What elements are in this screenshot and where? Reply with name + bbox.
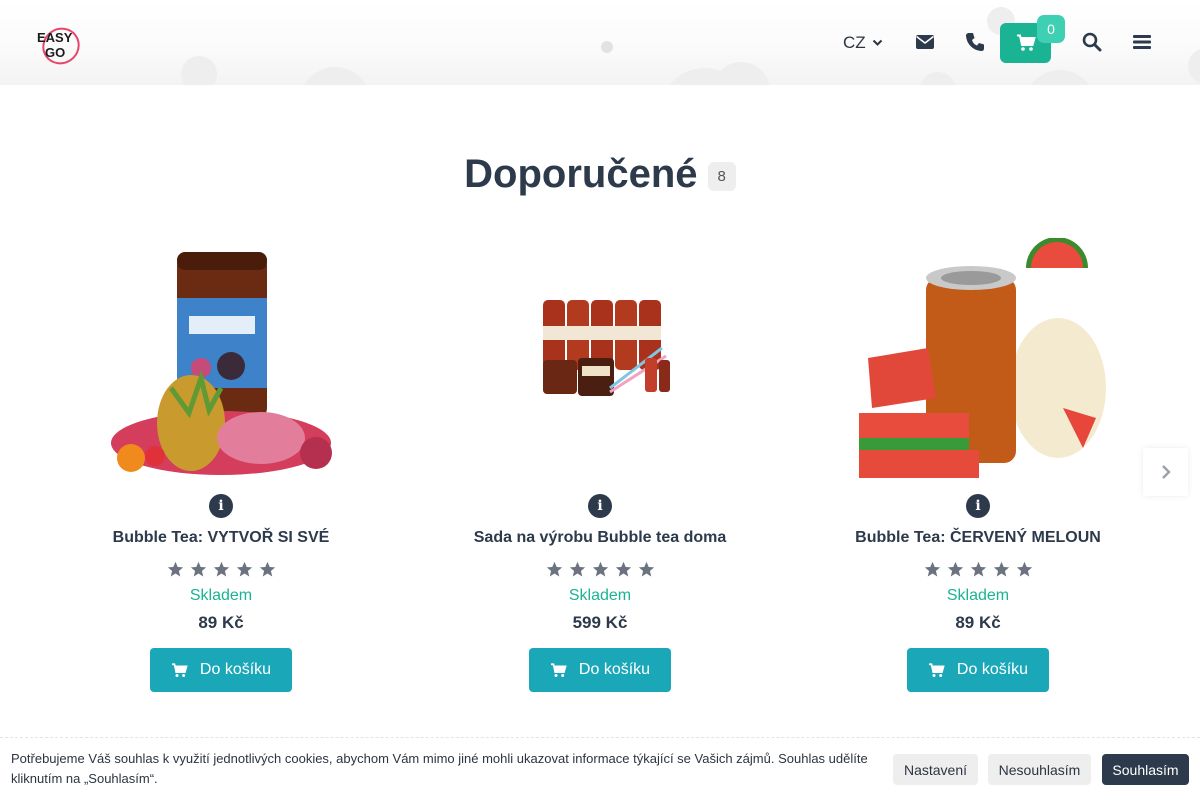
decor-bubble: [300, 67, 370, 85]
cookie-settings-button[interactable]: Nastavení: [893, 754, 978, 785]
menu-icon[interactable]: [1130, 30, 1154, 54]
star-icon: [569, 561, 585, 577]
add-to-cart-button[interactable]: Do košíku: [906, 648, 1050, 692]
star-icon: [213, 561, 229, 577]
logo-text-bottom: GO: [45, 45, 65, 60]
add-to-cart-label: Do košíku: [956, 661, 1029, 678]
product-price: 89 Kč: [198, 613, 244, 632]
star-icon: [993, 561, 1009, 577]
product-price: 89 Kč: [955, 613, 1001, 632]
cookie-consent-text: Potřebujeme Váš souhlas k využití jednot…: [11, 751, 868, 786]
section-header: Doporučené 8: [0, 152, 1200, 197]
cookie-accept-button[interactable]: Souhlasím: [1102, 754, 1189, 785]
product-image[interactable]: [450, 238, 750, 478]
stock-status: Skladem: [189, 587, 253, 604]
logo-text-top: EASY: [37, 30, 73, 45]
rating-stars: [450, 561, 750, 578]
site-logo[interactable]: EASY GO: [33, 18, 83, 66]
info-icon[interactable]: i: [966, 494, 990, 518]
carousel-next-button[interactable]: [1143, 448, 1188, 496]
star-icon: [924, 561, 940, 577]
stock-status: Skladem: [568, 587, 632, 604]
decor-bubble: [712, 62, 770, 85]
cookie-reject-button[interactable]: Nesouhlasím: [988, 754, 1091, 785]
info-icon[interactable]: i: [588, 494, 612, 518]
product-name[interactable]: Bubble Tea: ČERVENÝ MELOUN: [828, 529, 1128, 547]
product-image[interactable]: [71, 238, 371, 478]
cart-icon: [550, 662, 567, 677]
cart-icon: [171, 662, 188, 677]
chevron-right-icon: [1161, 465, 1171, 479]
email-icon[interactable]: [913, 30, 937, 54]
star-icon: [259, 561, 275, 577]
decor-bubble: [920, 72, 956, 85]
decor-bubble: [181, 56, 217, 85]
rating-stars: [71, 561, 371, 578]
star-icon: [592, 561, 608, 577]
add-to-cart-label: Do košíku: [199, 661, 272, 678]
phone-icon[interactable]: [963, 30, 987, 54]
stock-status: Skladem: [946, 587, 1010, 604]
add-to-cart-button[interactable]: Do košíku: [528, 648, 672, 692]
rating-stars: [828, 561, 1128, 578]
info-icon[interactable]: i: [209, 494, 233, 518]
cookie-bar: Potřebujeme Váš souhlas k využití jednot…: [0, 737, 1200, 800]
decor-bubble: [1025, 70, 1095, 85]
product-card: i Bubble Tea: VYTVOŘ SI SVÉ Skladem 89 K…: [71, 238, 371, 692]
cart-icon: [1016, 34, 1036, 51]
decor-bubble: [1188, 48, 1200, 84]
add-to-cart-label: Do košíku: [578, 661, 651, 678]
product-card: i Bubble Tea: ČERVENÝ MELOUN Skladem 89 …: [828, 237, 1128, 692]
add-to-cart-button[interactable]: Do košíku: [149, 648, 293, 692]
site-header: EASY GO CZ 0: [0, 0, 1200, 85]
section-title: Doporučené: [464, 152, 698, 196]
star-icon: [1016, 561, 1032, 577]
product-image[interactable]: [828, 237, 1128, 478]
star-icon: [190, 561, 206, 577]
star-icon: [970, 561, 986, 577]
star-icon: [236, 561, 252, 577]
product-count-badge: 8: [707, 162, 736, 191]
star-icon: [638, 561, 654, 577]
language-label: CZ: [843, 33, 866, 52]
chevron-down-icon: [872, 39, 882, 46]
product-card: i Sada na výrobu Bubble tea doma Skladem…: [450, 238, 750, 692]
product-price: 599 Kč: [572, 613, 628, 632]
product-name[interactable]: Bubble Tea: VYTVOŘ SI SVÉ: [71, 529, 371, 547]
product-name[interactable]: Sada na výrobu Bubble tea doma: [450, 529, 750, 547]
star-icon: [546, 561, 562, 577]
language-selector[interactable]: CZ: [843, 33, 883, 53]
cart-count-badge: 0: [1037, 15, 1065, 43]
star-icon: [615, 561, 631, 577]
decor-bubble: [601, 41, 613, 53]
search-icon[interactable]: [1080, 30, 1104, 54]
logo-graphic: EASY GO: [37, 27, 80, 65]
cart-icon: [928, 662, 945, 677]
star-icon: [947, 561, 963, 577]
star-icon: [167, 561, 183, 577]
